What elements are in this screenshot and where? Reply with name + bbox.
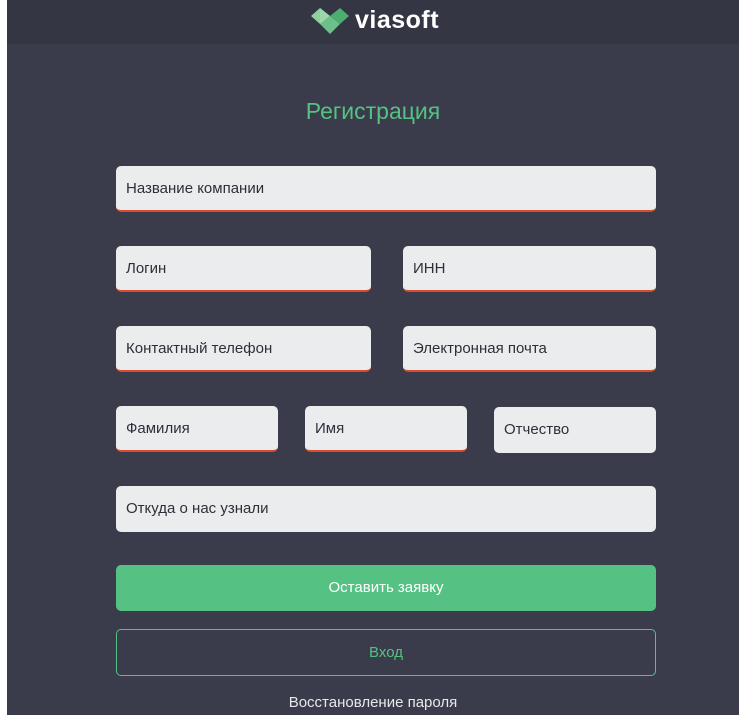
top-bar: viasoft bbox=[7, 0, 739, 44]
brand-name: viasoft bbox=[355, 5, 440, 34]
company-name-field[interactable]: Название компании bbox=[116, 166, 656, 212]
first-name-field[interactable]: Имя bbox=[305, 406, 467, 452]
brand-logo[interactable]: viasoft bbox=[311, 5, 439, 35]
password-recovery-link[interactable]: Восстановление пароля bbox=[7, 693, 739, 713]
phone-field[interactable]: Контактный телефон bbox=[116, 326, 371, 372]
inn-field[interactable]: ИНН bbox=[403, 246, 656, 292]
submit-request-button[interactable]: Оставить заявку bbox=[116, 565, 656, 611]
referral-source-field[interactable]: Откуда о нас узнали bbox=[116, 486, 656, 532]
login-button[interactable]: Вход bbox=[116, 629, 656, 676]
email-field[interactable]: Электронная почта bbox=[403, 326, 656, 372]
viasoft-diamond-logo-icon bbox=[311, 8, 349, 34]
last-name-field[interactable]: Фамилия bbox=[116, 406, 278, 452]
login-field[interactable]: Логин bbox=[116, 246, 371, 292]
page-title: Регистрация bbox=[305, 98, 441, 124]
middle-name-field[interactable]: Отчество bbox=[494, 407, 656, 453]
registration-page: viasoft Регистрация Название компании Ло… bbox=[7, 0, 739, 715]
